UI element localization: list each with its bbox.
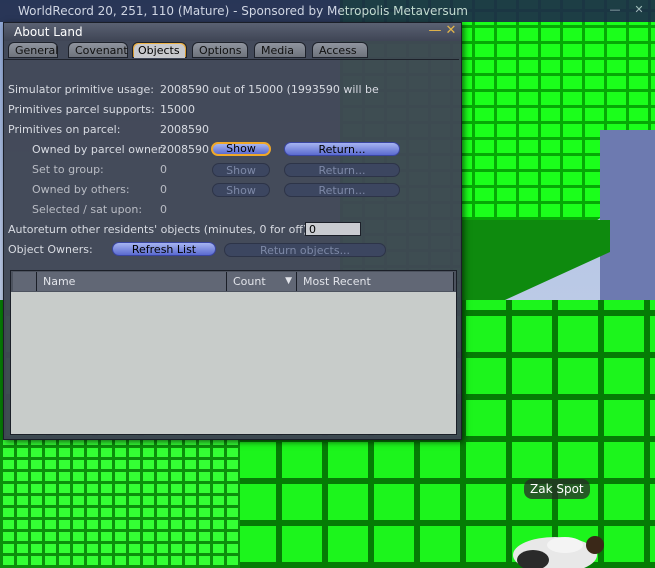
tab-access[interactable]: Access <box>312 42 368 58</box>
tab-objects-label: Objects <box>134 44 185 58</box>
column-type[interactable] <box>13 272 37 291</box>
minimize-window-icon[interactable]: — <box>608 3 622 17</box>
on-parcel-label: Primitives on parcel: <box>8 123 121 136</box>
selected-sat-upon-label: Selected / sat upon: <box>32 203 143 216</box>
set-to-group-value: 0 <box>160 163 167 176</box>
return-objects-button[interactable]: Return objects... <box>224 243 386 257</box>
tab-covenant[interactable]: Covenant <box>68 42 128 58</box>
close-floater-icon[interactable]: ✕ <box>444 24 458 38</box>
about-land-floater: About Land — ✕ General Covenant Objects … <box>3 22 462 440</box>
object-owners-label: Object Owners: <box>8 243 93 256</box>
return-group-objects-button[interactable]: Return... <box>284 163 400 177</box>
autoreturn-label: Autoreturn other residents' objects (min… <box>8 223 311 236</box>
floater-title-bar[interactable]: About Land — ✕ <box>4 23 461 41</box>
parcel-supports-label: Primitives parcel supports: <box>8 103 155 116</box>
viewer-title-bar: WorldRecord 20, 251, 110 (Mature) - Spon… <box>0 0 655 22</box>
owned-by-owner-value: 2008590 <box>160 143 209 156</box>
refresh-list-button[interactable]: Refresh List <box>112 242 216 256</box>
sort-descending-icon: ▼ <box>285 276 292 286</box>
tab-options[interactable]: Options <box>192 42 248 58</box>
minimize-floater-icon[interactable]: — <box>428 24 442 38</box>
column-count-label: Count <box>233 275 266 288</box>
column-most-recent[interactable]: Most Recent <box>297 272 454 291</box>
owned-by-others-value: 0 <box>160 183 167 196</box>
avatar-name-tag[interactable]: Zak Spot <box>524 479 590 499</box>
list-header: Name Count ▼ Most Recent <box>11 271 456 292</box>
show-owner-objects-button[interactable]: Show <box>211 142 271 156</box>
column-name[interactable]: Name <box>37 272 227 291</box>
tab-divider <box>4 59 459 60</box>
tab-general[interactable]: General <box>8 42 58 58</box>
tab-objects[interactable]: Objects <box>132 42 187 58</box>
sim-usage-value: 2008590 out of 15000 (1993590 will be <box>160 83 379 96</box>
parcel-supports-value: 15000 <box>160 103 195 116</box>
set-to-group-label: Set to group: <box>32 163 104 176</box>
object-owners-list[interactable]: Name Count ▼ Most Recent <box>10 270 457 435</box>
tab-media[interactable]: Media <box>254 42 306 58</box>
close-window-icon[interactable]: ✕ <box>632 3 646 17</box>
selected-sat-upon-value: 0 <box>160 203 167 216</box>
owned-by-owner-label: Owned by parcel owner: <box>32 143 166 156</box>
floater-title: About Land <box>14 25 83 39</box>
avatar-figure[interactable] <box>505 525 615 568</box>
return-owner-objects-button[interactable]: Return... <box>284 142 400 156</box>
owned-by-others-label: Owned by others: <box>32 183 130 196</box>
autoreturn-minutes-input[interactable]: 0 <box>305 222 361 236</box>
show-group-objects-button[interactable]: Show <box>212 163 270 177</box>
return-others-objects-button[interactable]: Return... <box>284 183 400 197</box>
on-parcel-value: 2008590 <box>160 123 209 136</box>
show-others-objects-button[interactable]: Show <box>212 183 270 197</box>
sim-usage-label: Simulator primitive usage: <box>8 83 154 96</box>
column-count[interactable]: Count ▼ <box>227 272 297 291</box>
window-title: WorldRecord 20, 251, 110 (Mature) - Spon… <box>18 4 468 18</box>
green-prim-cluster <box>0 440 240 568</box>
